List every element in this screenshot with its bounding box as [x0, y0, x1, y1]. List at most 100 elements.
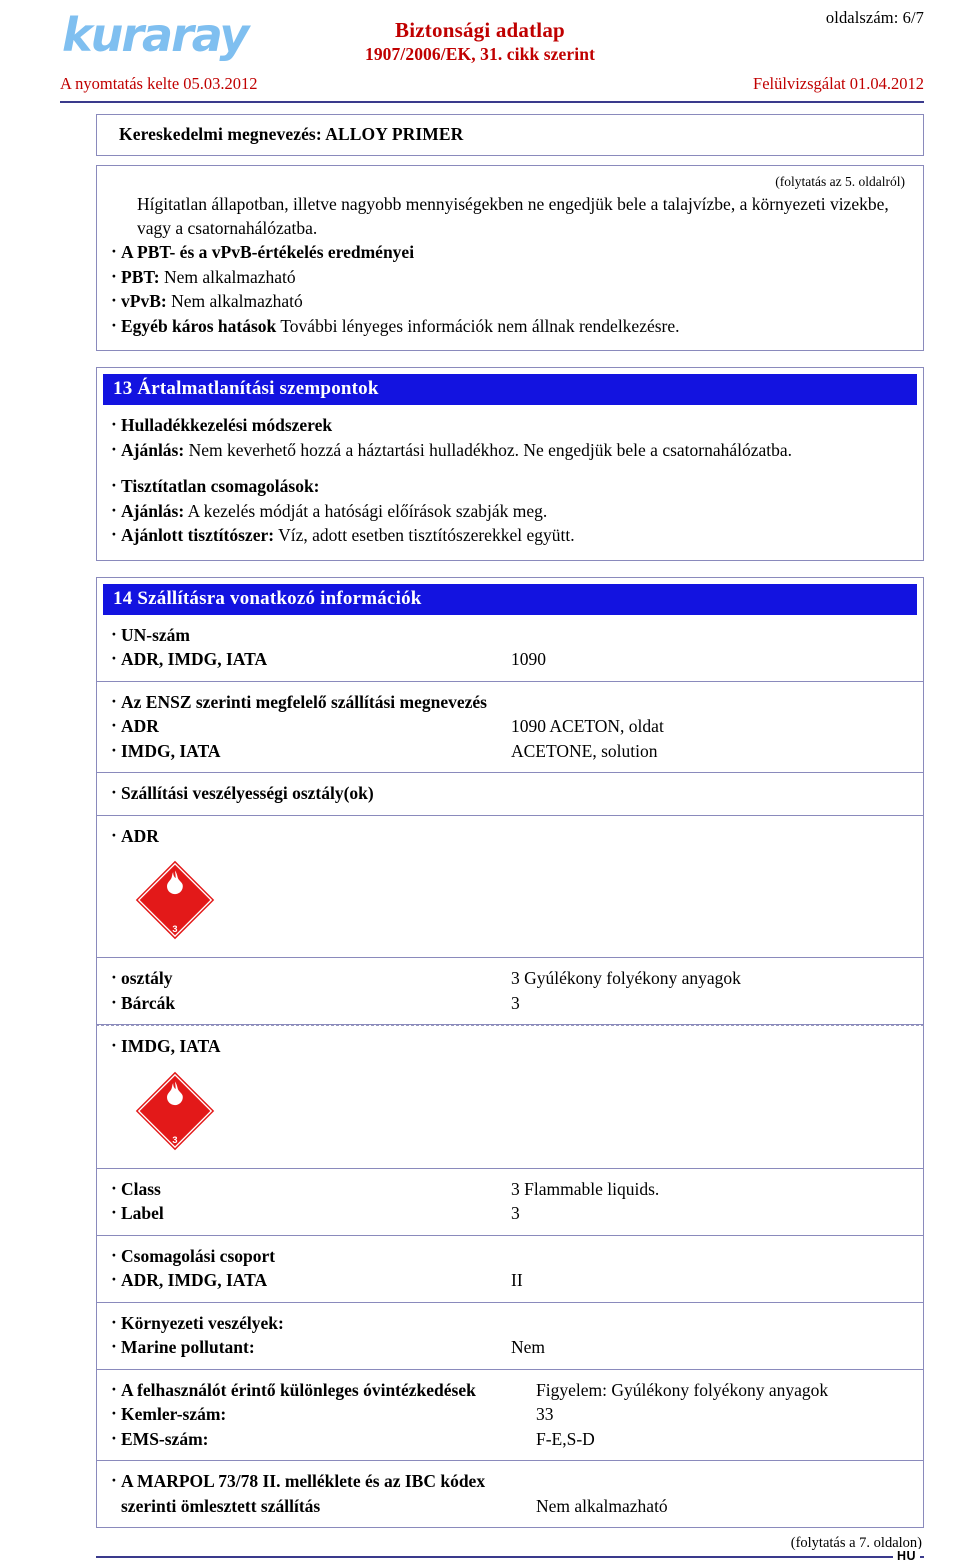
section-13-heading: 13 Ártalmatlanítási szempontok: [103, 374, 917, 405]
bullet-line-label: Ajánlott tisztítószer:: [121, 525, 275, 545]
transport-row-label: Kemler-szám:: [111, 1401, 536, 1427]
bullet-line: PBT: Nem alkalmazható: [111, 264, 909, 290]
transport-block-imdg-iata-class: IMDG, IATA 3: [96, 1025, 924, 1169]
transport-row: Bárcák3: [111, 990, 909, 1016]
trade-name-box: Kereskedelmi megnevezés: ALLOY PRIMER: [96, 114, 924, 156]
header-divider: [60, 101, 924, 103]
transport-row: osztály3 Gyúlékony folyékony anyagok: [111, 965, 909, 991]
transport-row: ADR, IMDG, IATAII: [111, 1267, 909, 1293]
transport-row: IMDG, IATAACETONE, solution: [111, 738, 909, 764]
transport-row: ADR: [111, 823, 909, 849]
transport-row-label: A felhasználót érintő különleges óvintéz…: [111, 1377, 536, 1403]
transport-block-special-precautions: A felhasználót érintő különleges óvintéz…: [96, 1369, 924, 1461]
transport-row: A felhasználót érintő különleges óvintéz…: [111, 1377, 909, 1403]
transport-row-label: UN-szám: [111, 622, 511, 648]
sds-page: kuraray oldalszám: 6/7 Biztonsági adatla…: [0, 0, 960, 1563]
transport-row: Class3 Flammable liquids.: [111, 1176, 909, 1202]
section-14-header-wrap: 14 Szállításra vonatkozó információk: [96, 576, 924, 615]
continuation-from-previous: (folytatás az 5. oldalról): [775, 174, 905, 189]
continuation-to-next: (folytatás a 7. oldalon): [790, 1535, 922, 1551]
transport-row-label: ADR, IMDG, IATA: [111, 646, 511, 672]
bullet-line: Ajánlás: Nem keverhető hozzá a háztartás…: [111, 437, 909, 463]
bullet-line-text: A kezelés módját a hatósági előírások sz…: [184, 500, 548, 521]
transport-row: IMDG, IATA: [111, 1033, 909, 1059]
imdg_diamond-wrap: 3: [111, 1059, 909, 1159]
transport-row: Környezeti veszélyek:: [111, 1310, 909, 1336]
bullet-line-text: Nem keverhető hozzá a háztartási hulladé…: [184, 439, 793, 460]
transport-row-label: Class: [111, 1176, 511, 1202]
bullet-line: Ajánlott tisztítószer: Víz, adott esetbe…: [111, 522, 909, 548]
transport-block-adr-class: ADR 3: [96, 815, 924, 958]
bullet-line: vPvB: Nem alkalmazható: [111, 288, 909, 314]
transport-row: Marine pollutant:Nem: [111, 1334, 909, 1360]
transport-row-label: EMS-szám:: [111, 1426, 536, 1452]
transport-row-label: Bárcák: [111, 990, 511, 1016]
transport-block-un-number: UN-számADR, IMDG, IATA1090: [96, 614, 924, 682]
bullet-line: Ajánlás: A kezelés módját a hatósági elő…: [111, 498, 909, 524]
transport-row-label: Szállítási veszélyességi osztály(ok): [111, 780, 511, 806]
transport-row-label: Az ENSZ szerinti megfelelő szállítási me…: [111, 689, 511, 715]
transport-row-label: A MARPOL 73/78 II. melléklete és az IBC …: [111, 1468, 536, 1494]
transport-block-imdg-iata-class-values: Class3 Flammable liquids.Label3: [96, 1168, 924, 1236]
bullet-line-label: vPvB:: [121, 291, 167, 311]
transport-row: Kemler-szám:33: [111, 1401, 909, 1427]
transport-row-label: ADR: [111, 823, 511, 849]
transport-row-value: 1090 ACETON, oldat: [511, 716, 664, 736]
transport-row: UN-szám: [111, 622, 909, 648]
transport-row: ADR1090 ACETON, oldat: [111, 713, 909, 739]
transport-row-value: II: [511, 1270, 523, 1290]
section-13-group-b: Tisztítatlan csomagolások:Ajánlás: A kez…: [111, 473, 909, 548]
transport-row-label: ADR, IMDG, IATA: [111, 1267, 511, 1293]
transport-row: Label3: [111, 1200, 909, 1226]
bullet-line-text: További lényeges információk nem állnak …: [276, 315, 680, 336]
section-12-paragraph: Hígitatlan állapotban, illetve nagyobb m…: [137, 194, 889, 238]
bullet-line: Tisztítatlan csomagolások:: [111, 473, 909, 499]
document-subtitle: 1907/2006/EK, 31. cikk szerint: [364, 44, 595, 64]
flammable-liquid-diamond-icon: 3: [133, 858, 217, 942]
bullet-line-label: PBT:: [121, 266, 160, 287]
transport-block-environmental-hazards: Környezeti veszélyek:Marine pollutant:Ne…: [96, 1302, 924, 1370]
bullet-line-label: Hulladékkezelési módszerek: [121, 415, 333, 435]
transport-row: ADR, IMDG, IATA1090: [111, 646, 909, 672]
bullet-line-label: Ajánlás:: [121, 500, 185, 521]
bullet-line-label: A PBT- és a vPvB-értékelés eredményei: [121, 242, 415, 262]
transport-row-value: Nem alkalmazható: [536, 1495, 668, 1516]
trade-name-label: Kereskedelmi megnevezés: ALLOY PRIMER: [119, 124, 464, 144]
bullet-line-text: Nem alkalmazható: [159, 266, 296, 287]
language-code: HU: [892, 1549, 920, 1563]
section-13-body: Hulladékkezelési módszerekAjánlás: Nem k…: [96, 405, 924, 561]
transport-row-value: ACETONE, solution: [511, 740, 658, 761]
transport-block-packing-group: Csomagolási csoportADR, IMDG, IATAII: [96, 1235, 924, 1303]
bullet-line-text: Nem alkalmazható: [166, 291, 303, 311]
adr_diamond-wrap: 3: [111, 848, 909, 948]
document-title-block: Biztonsági adatlap 1907/2006/EK, 31. cik…: [0, 18, 960, 65]
document-header: kuraray oldalszám: 6/7 Biztonsági adatla…: [0, 0, 960, 104]
transport-block-proper-shipping-name: Az ENSZ szerinti megfelelő szállítási me…: [96, 681, 924, 773]
transport-row-value: 3 Flammable liquids.: [511, 1178, 660, 1199]
revision-date: Felülvizsgálat 01.04.2012: [753, 74, 924, 93]
transport-row-value: Figyelem: Gyúlékony folyékony anyagok: [536, 1379, 829, 1400]
transport-row-value: 3: [511, 1203, 520, 1223]
transport-row-label: Környezeti veszélyek:: [111, 1310, 511, 1336]
bullet-line-label: Tisztítatlan csomagolások:: [121, 476, 320, 496]
document-footer: (folytatás a 7. oldalon) HU: [96, 1528, 924, 1563]
transport-row-value: 3: [511, 992, 520, 1013]
transport-row-value: 33: [536, 1404, 554, 1424]
transport-row-label: Marine pollutant:: [111, 1334, 511, 1360]
transport-row-label: osztály: [111, 965, 511, 991]
transport-row-label: IMDG, IATA: [111, 738, 511, 764]
bullet-line: Hulladékkezelési módszerek: [111, 412, 909, 438]
flammable-liquid-diamond-icon: 3: [133, 1069, 217, 1153]
print-date: A nyomtatás kelte 05.03.2012: [60, 74, 258, 93]
transport-row: szerinti ömlesztett szállítás Nem alkalma…: [111, 1494, 909, 1519]
bullet-line-text: Víz, adott esetben tisztítószerekkel egy…: [274, 525, 575, 545]
section-14-heading: 14 Szállításra vonatkozó információk: [103, 583, 917, 615]
transport-row: Szállítási veszélyességi osztály(ok): [111, 780, 909, 806]
transport-row: Csomagolási csoport: [111, 1243, 909, 1269]
transport-row-value: 3 Gyúlékony folyékony anyagok: [511, 968, 741, 988]
transport-row-label: szerinti ömlesztett szállítás: [121, 1495, 321, 1516]
transport-row-value: 1090: [511, 649, 546, 669]
bullet-line: A PBT- és a vPvB-értékelés eredményei: [111, 239, 909, 265]
section-13-header-wrap: 13 Ártalmatlanítási szempontok: [96, 367, 924, 405]
